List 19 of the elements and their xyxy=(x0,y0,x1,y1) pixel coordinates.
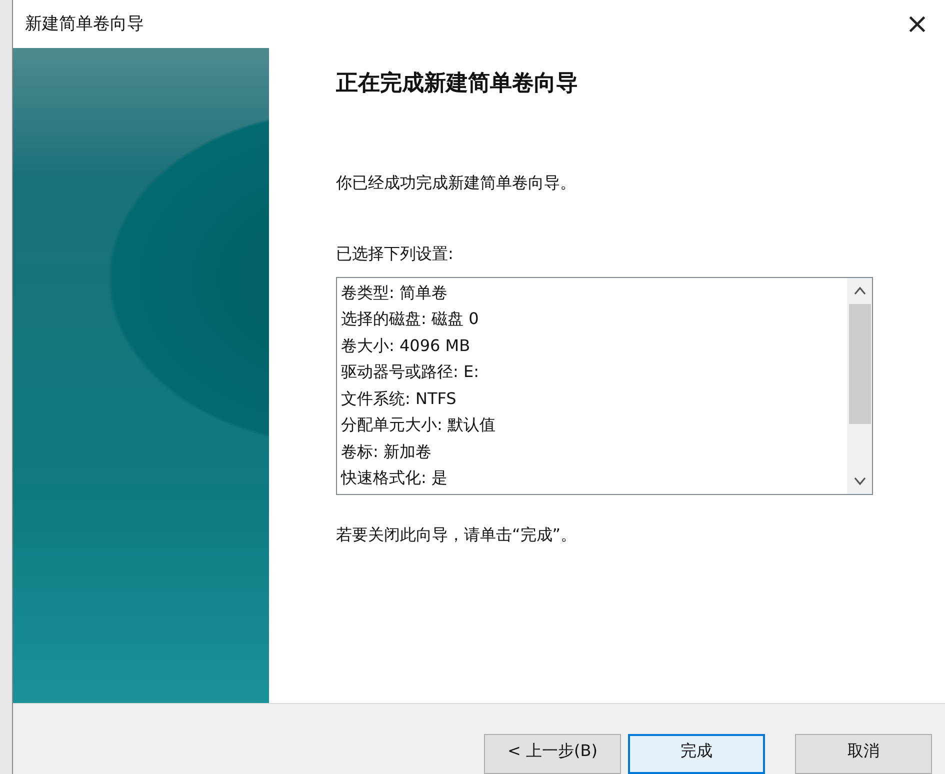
setting-item: 分配单元大小: 默认值 xyxy=(341,414,496,436)
intro-text: 你已经成功完成新建简单卷向导。 xyxy=(336,172,577,194)
setting-item: 卷类型: 简单卷 xyxy=(341,282,448,304)
setting-item: 驱动器号或路径: E: xyxy=(341,361,480,384)
setting-item: 快速格式化: 是 xyxy=(341,467,448,490)
finish-button[interactable]: 完成 xyxy=(628,734,765,774)
dialog-button[interactable]: 取消 xyxy=(795,734,932,774)
setting-item: 选择的磁盘: 磁盘 0 xyxy=(341,308,480,330)
settings-label: 已选择下列设置: xyxy=(336,244,454,265)
dialog-button[interactable]: < 上一步(B) xyxy=(484,734,621,774)
page-heading: 正在完成新建简单卷向导 xyxy=(336,70,579,98)
scrollbar[interactable] xyxy=(847,278,872,494)
setting-item: 卷标: 新加卷 xyxy=(341,440,432,463)
setting-item: 卷大小: 4096 MB xyxy=(341,334,472,357)
window-title: 新建简单卷向导 xyxy=(25,13,144,36)
close-button[interactable]: × xyxy=(902,10,933,38)
closing-note: 若要关闭此向导，请单击“完成”。 xyxy=(336,524,578,546)
setting-item: 文件系统: NTFS xyxy=(341,388,458,410)
scroll-thumb[interactable] xyxy=(848,304,870,424)
